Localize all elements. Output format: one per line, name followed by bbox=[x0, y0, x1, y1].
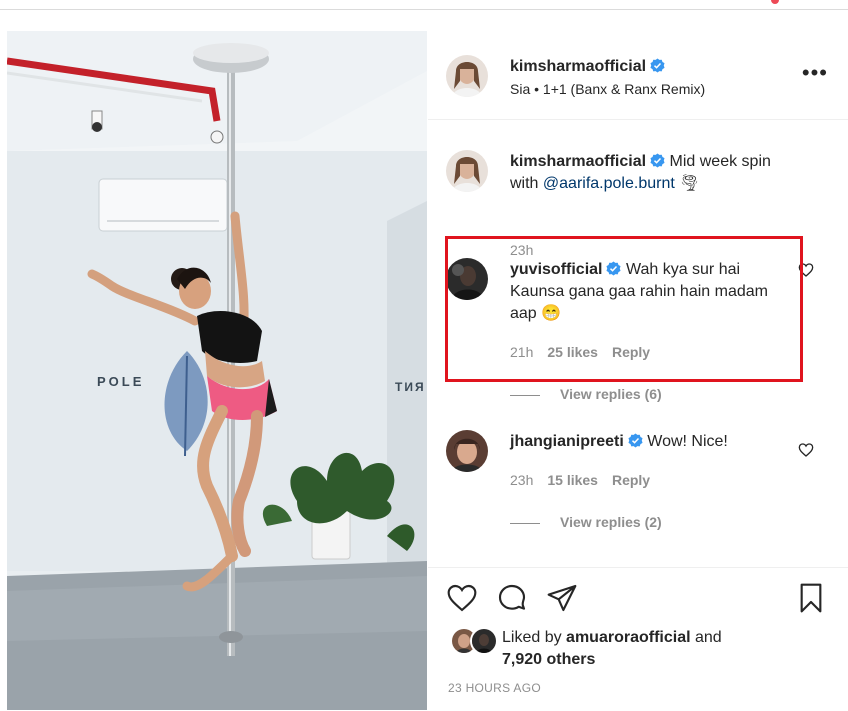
verified-badge-icon bbox=[628, 433, 643, 448]
divider bbox=[510, 394, 540, 396]
post-image[interactable]: POLE TИЯ bbox=[7, 31, 427, 710]
tornado-emoji: 🌪 bbox=[679, 175, 700, 192]
comment-meta: 23h 15 likes Reply bbox=[510, 472, 664, 488]
divider bbox=[510, 522, 540, 524]
view-replies-label[interactable]: View replies (6) bbox=[560, 386, 662, 402]
liked-by-prefix: Liked by bbox=[502, 629, 567, 646]
share-paper-plane-icon[interactable] bbox=[546, 582, 578, 614]
liked-by-user[interactable]: amuaroraofficial bbox=[566, 629, 690, 646]
liker-avatar[interactable] bbox=[470, 627, 498, 655]
post-timestamp[interactable]: 23 HOURS AGO bbox=[448, 681, 541, 695]
comment-body: Wow! Nice! bbox=[647, 433, 728, 450]
reply-button[interactable]: Reply bbox=[612, 472, 650, 488]
highlight-box bbox=[445, 236, 803, 382]
comment-text: jhangianipreeti Wow! Nice! bbox=[510, 431, 790, 453]
like-comment-heart-icon[interactable] bbox=[798, 442, 814, 458]
like-heart-icon[interactable] bbox=[446, 582, 478, 614]
caption-avatar[interactable] bbox=[446, 150, 488, 192]
verified-badge-icon bbox=[650, 153, 665, 168]
author-username[interactable]: kimsharmaofficial bbox=[510, 58, 665, 76]
view-replies-button[interactable]: View replies (6) bbox=[510, 386, 662, 402]
view-replies-button[interactable]: View replies (2) bbox=[510, 514, 662, 530]
likes-count[interactable]: 7,920 others bbox=[502, 651, 595, 668]
caption-mention-link[interactable]: @aarifa.pole.burnt bbox=[543, 175, 675, 192]
audio-track[interactable]: Sia • 1+1 (Banx & Ranx Remix) bbox=[510, 81, 705, 97]
top-bar bbox=[0, 0, 848, 10]
comment-username[interactable]: jhangianipreeti bbox=[510, 433, 624, 450]
caption-username[interactable]: kimsharmaofficial bbox=[510, 153, 646, 170]
post-actions: Liked by amuaroraofficial and 7,920 othe… bbox=[428, 567, 848, 711]
comment-bubble-icon[interactable] bbox=[496, 582, 528, 614]
commenter-avatar[interactable] bbox=[446, 430, 488, 472]
wall-text-right: TИЯ bbox=[395, 380, 426, 394]
verified-badge-icon bbox=[650, 58, 665, 73]
caption-text: kimsharmaofficial Mid week spin with @aa… bbox=[510, 151, 790, 195]
comment-likes[interactable]: 15 likes bbox=[547, 472, 598, 488]
liked-by-and: and bbox=[690, 629, 722, 646]
view-replies-label[interactable]: View replies (2) bbox=[560, 514, 662, 530]
author-name[interactable]: kimsharmaofficial bbox=[510, 58, 646, 75]
more-options-icon[interactable]: ••• bbox=[802, 62, 828, 84]
post-header: kimsharmaofficial Sia • 1+1 (Banx & Ranx… bbox=[428, 31, 848, 120]
comment-age: 23h bbox=[510, 472, 534, 488]
wall-text-left: POLE bbox=[97, 374, 144, 389]
author-avatar[interactable] bbox=[446, 55, 488, 97]
notification-heart-icon[interactable] bbox=[771, 0, 779, 4]
pole-dance-photo: POLE TИЯ bbox=[7, 31, 427, 710]
save-bookmark-icon[interactable] bbox=[795, 582, 827, 614]
liked-by-summary: Liked by amuaroraofficial and 7,920 othe… bbox=[502, 627, 722, 671]
